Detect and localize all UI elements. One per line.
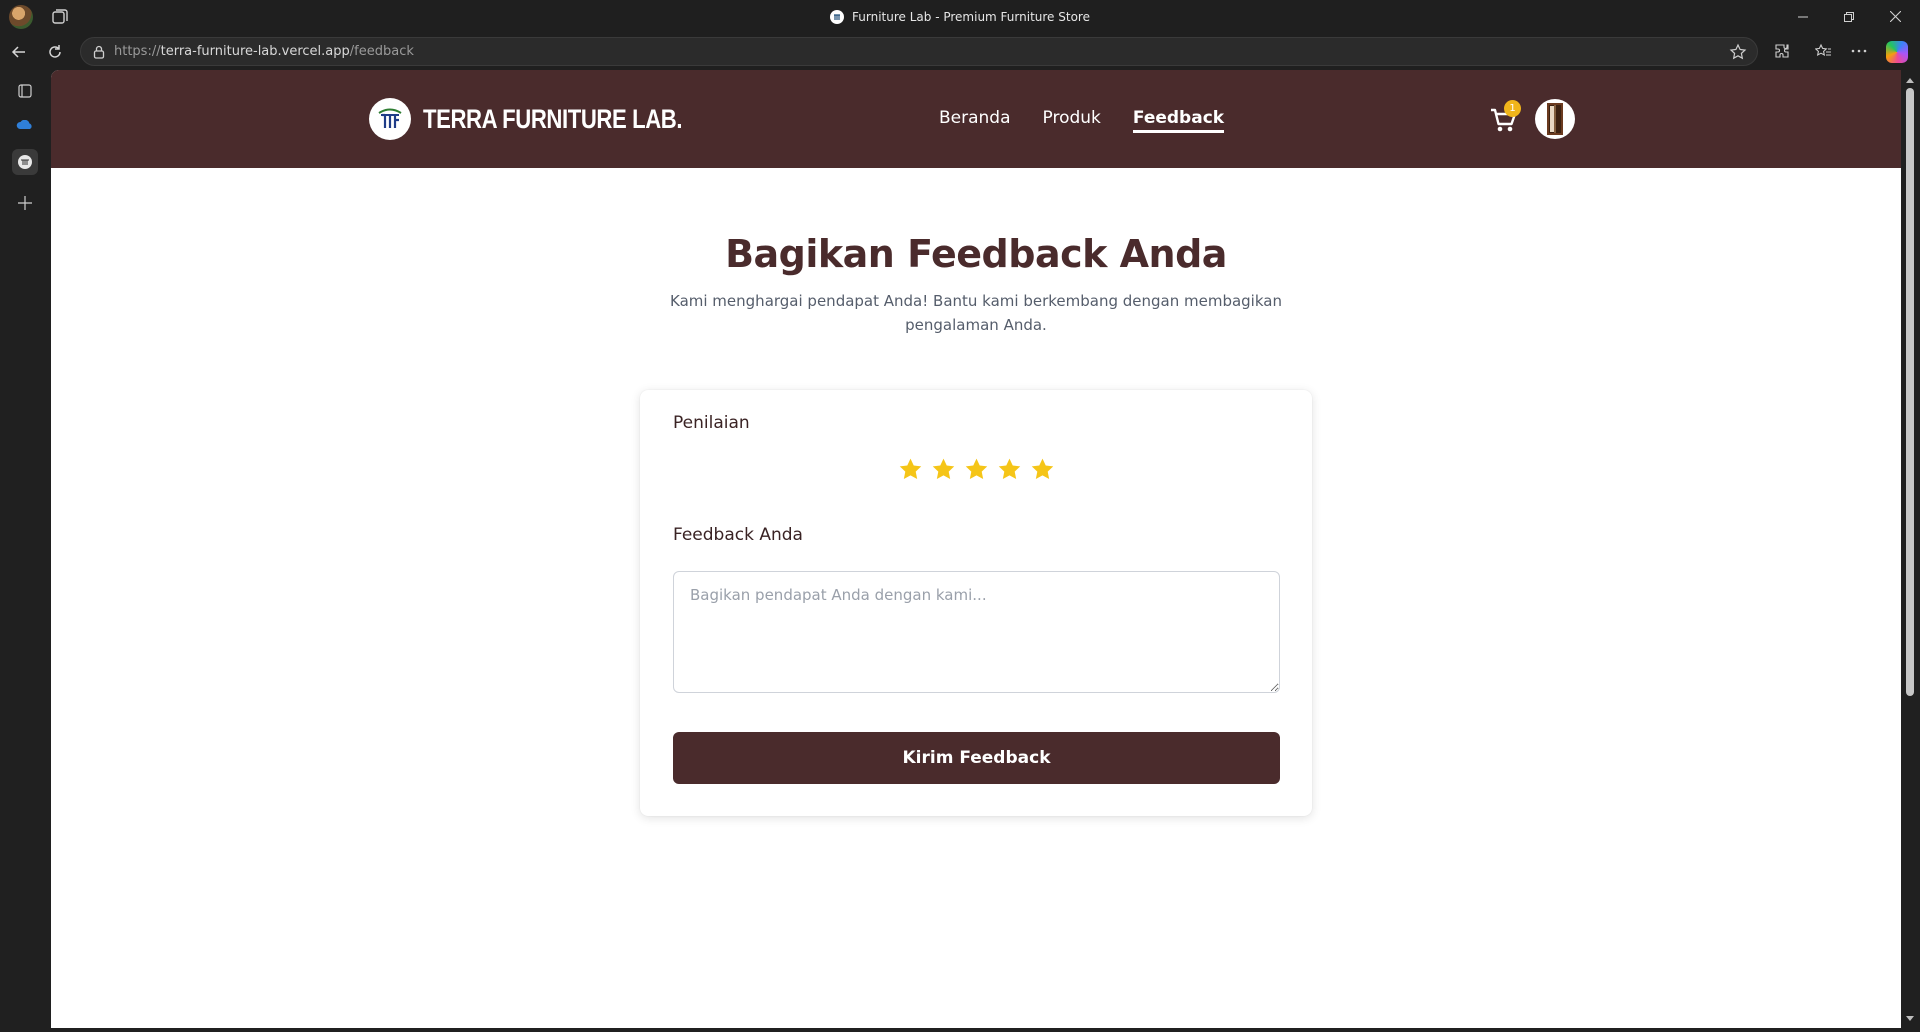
star-2-icon[interactable] <box>931 457 956 482</box>
cloud-icon[interactable] <box>12 112 38 138</box>
main-nav: Beranda Produk Feedback <box>939 108 1225 133</box>
tab-actions-icon[interactable] <box>50 7 70 27</box>
rating-label: Penilaian <box>673 413 750 433</box>
site-header: TERRA FURNITURE LAB. Beranda Produk Feed… <box>51 70 1901 168</box>
logo-text: TERRA FURNITURE LAB. <box>423 103 683 134</box>
refresh-button[interactable] <box>44 41 66 63</box>
browser-titlebar: Furniture Lab - Premium Furniture Store <box>0 0 1920 33</box>
star-4-icon[interactable] <box>997 457 1022 482</box>
close-window-button[interactable] <box>1872 0 1918 33</box>
window-title: Furniture Lab - Premium Furniture Store <box>852 9 1090 24</box>
submit-feedback-button[interactable]: Kirim Feedback <box>673 732 1280 784</box>
page-subtitle: Kami menghargai pendapat Anda! Bantu kam… <box>670 292 1282 334</box>
page-title: Bagikan Feedback Anda <box>725 232 1227 276</box>
add-tab-icon[interactable] <box>12 190 38 216</box>
restore-button[interactable] <box>1826 0 1872 33</box>
site-logo[interactable]: TERRA FURNITURE LAB. <box>369 98 739 140</box>
feedback-textarea[interactable] <box>673 571 1280 693</box>
feedback-label: Feedback Anda <box>673 525 803 545</box>
site-favicon-icon <box>830 9 845 24</box>
lock-icon[interactable] <box>91 44 107 60</box>
star-5-icon[interactable] <box>1030 457 1055 482</box>
star-1-icon[interactable] <box>898 457 923 482</box>
extensions-icon[interactable] <box>1771 40 1793 62</box>
profile-avatar[interactable] <box>9 5 33 29</box>
back-button[interactable] <box>8 41 30 63</box>
url-bar[interactable]: https://terra-furniture-lab.vercel.app/f… <box>80 37 1758 66</box>
cart-count-badge: 1 <box>1504 100 1521 117</box>
user-avatar[interactable] <box>1535 99 1575 139</box>
page-viewport: TERRA FURNITURE LAB. Beranda Produk Feed… <box>51 70 1901 1028</box>
browser-sidebar <box>0 70 51 1032</box>
minimize-button[interactable] <box>1780 0 1826 33</box>
page-scrollbar[interactable] <box>1901 70 1920 1032</box>
nav-beranda[interactable]: Beranda <box>939 108 1011 133</box>
copilot-icon[interactable] <box>1886 41 1908 63</box>
feedback-form-card: Penilaian Feedback Anda Kirim Feedback <box>640 390 1312 816</box>
nav-produk[interactable]: Produk <box>1043 108 1101 133</box>
url-text[interactable]: https://terra-furniture-lab.vercel.app/f… <box>114 44 414 59</box>
scroll-thumb[interactable] <box>1906 88 1914 696</box>
scroll-up-arrow-icon[interactable] <box>1906 78 1914 83</box>
tab-list-icon[interactable] <box>12 78 38 104</box>
favorites-icon[interactable] <box>1812 40 1834 62</box>
scroll-down-arrow-icon[interactable] <box>1906 1016 1914 1021</box>
sidebar-tab-site[interactable] <box>12 149 38 175</box>
address-toolbar: https://terra-furniture-lab.vercel.app/f… <box>0 33 1920 70</box>
favorite-star-icon[interactable] <box>1729 43 1747 61</box>
star-3-icon[interactable] <box>964 457 989 482</box>
star-rating <box>640 457 1312 482</box>
nav-feedback[interactable]: Feedback <box>1132 108 1225 133</box>
logo-emblem-icon <box>369 98 411 140</box>
more-options-icon[interactable] <box>1848 40 1870 62</box>
